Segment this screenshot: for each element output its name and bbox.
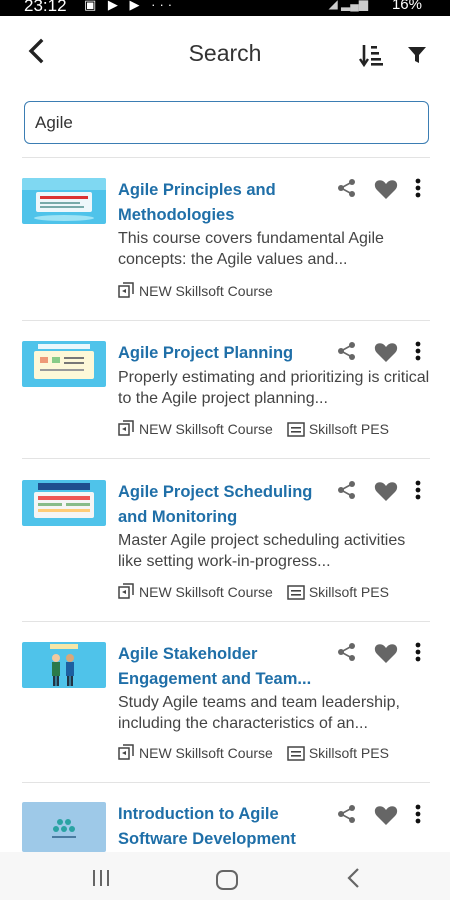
course-meta: NEW Skillsoft Course Skillsoft PES [118, 744, 389, 764]
heart-icon [374, 806, 398, 825]
back-arrow-icon [347, 868, 359, 888]
course-description: This course covers fundamental Agile con… [118, 230, 384, 268]
sort-icon [359, 45, 383, 68]
search-input[interactable] [24, 101, 429, 144]
signal-icon: ◢ ▂▄▆ [328, 0, 368, 11]
filter-button[interactable] [406, 44, 428, 66]
share-button[interactable] [337, 341, 357, 366]
system-back-button[interactable] [344, 866, 364, 895]
more-vertical-icon [415, 642, 421, 662]
favorite-button[interactable] [374, 178, 398, 205]
more-options-button[interactable] [414, 178, 422, 205]
sort-button[interactable] [358, 42, 384, 68]
tag-icon [287, 422, 305, 440]
course-type-icon [118, 282, 135, 302]
heart-icon [374, 180, 398, 199]
recents-button[interactable] [91, 868, 111, 893]
course-thumbnail[interactable] [22, 802, 106, 852]
share-button[interactable] [337, 642, 357, 667]
favorite-button[interactable] [374, 642, 398, 669]
divider [22, 458, 430, 459]
course-thumbnail[interactable] [22, 642, 106, 688]
recents-icon [93, 870, 109, 886]
share-icon [338, 179, 355, 197]
divider [22, 782, 430, 783]
course-title[interactable]: Agile Project Scheduling and Monitoring [118, 480, 328, 530]
tag-label: Skillsoft PES [308, 745, 389, 761]
share-icon [338, 805, 355, 823]
more-vertical-icon [415, 480, 421, 500]
course-meta: NEW Skillsoft Course [118, 282, 273, 302]
course-title[interactable]: Agile Project Planning [118, 341, 328, 366]
course-description: Master Agile project scheduling activiti… [118, 532, 406, 570]
battery-percent: 16% [391, 0, 422, 13]
heart-icon [374, 343, 398, 362]
course-type-label: NEW Skillsoft Course [139, 745, 273, 761]
course-title[interactable]: Agile Stakeholder Engagement and Team... [118, 642, 328, 692]
status-time: 23:12 [24, 0, 67, 15]
course-type-label: NEW Skillsoft Course [139, 283, 273, 299]
more-vertical-icon [415, 341, 421, 361]
tag-label: Skillsoft PES [308, 584, 389, 600]
status-bar: 23:12 ▣ ▶ ▶ ··· ◢ ▂▄▆ 16% [0, 0, 450, 16]
filter-icon [408, 47, 426, 63]
share-icon [338, 643, 355, 661]
divider [22, 621, 430, 622]
divider [22, 320, 430, 321]
tag-icon [287, 585, 305, 603]
heart-icon [374, 482, 398, 501]
course-title[interactable]: Introduction to Agile Software Developme… [118, 802, 328, 852]
course-type-icon [118, 420, 135, 440]
share-icon [338, 342, 355, 360]
course-type-label: NEW Skillsoft Course [139, 421, 273, 437]
favorite-button[interactable] [374, 341, 398, 368]
favorite-button[interactable] [374, 804, 398, 831]
course-meta: NEW Skillsoft Course Skillsoft PES [118, 583, 389, 603]
course-meta: NEW Skillsoft Course Skillsoft PES [118, 420, 389, 440]
more-vertical-icon [415, 804, 421, 824]
tag-label: Skillsoft PES [308, 421, 389, 437]
course-type-label: NEW Skillsoft Course [139, 584, 273, 600]
divider [22, 157, 430, 158]
course-thumbnail[interactable] [22, 178, 106, 224]
heart-icon [374, 644, 398, 663]
tag-icon [287, 746, 305, 764]
favorite-button[interactable] [374, 480, 398, 507]
course-title[interactable]: Agile Principles and Methodologies [118, 178, 328, 228]
course-thumbnail[interactable] [22, 341, 106, 387]
more-options-button[interactable] [414, 804, 422, 831]
share-button[interactable] [337, 480, 357, 505]
course-thumbnail[interactable] [22, 480, 106, 526]
course-description: Properly estimating and prioritizing is … [118, 369, 430, 407]
course-type-icon [118, 583, 135, 603]
more-options-button[interactable] [414, 480, 422, 507]
more-options-button[interactable] [414, 341, 422, 368]
share-icon [338, 481, 355, 499]
share-button[interactable] [337, 804, 357, 829]
more-options-button[interactable] [414, 642, 422, 669]
course-type-icon [118, 744, 135, 764]
header: Search [0, 16, 450, 92]
system-nav-bar [0, 852, 450, 900]
more-vertical-icon [415, 178, 421, 198]
course-description: Study Agile teams and team leadership, i… [118, 694, 400, 732]
notification-icons: ▣ ▶ ▶ ··· [84, 0, 177, 12]
share-button[interactable] [337, 178, 357, 203]
home-button[interactable] [216, 870, 238, 890]
